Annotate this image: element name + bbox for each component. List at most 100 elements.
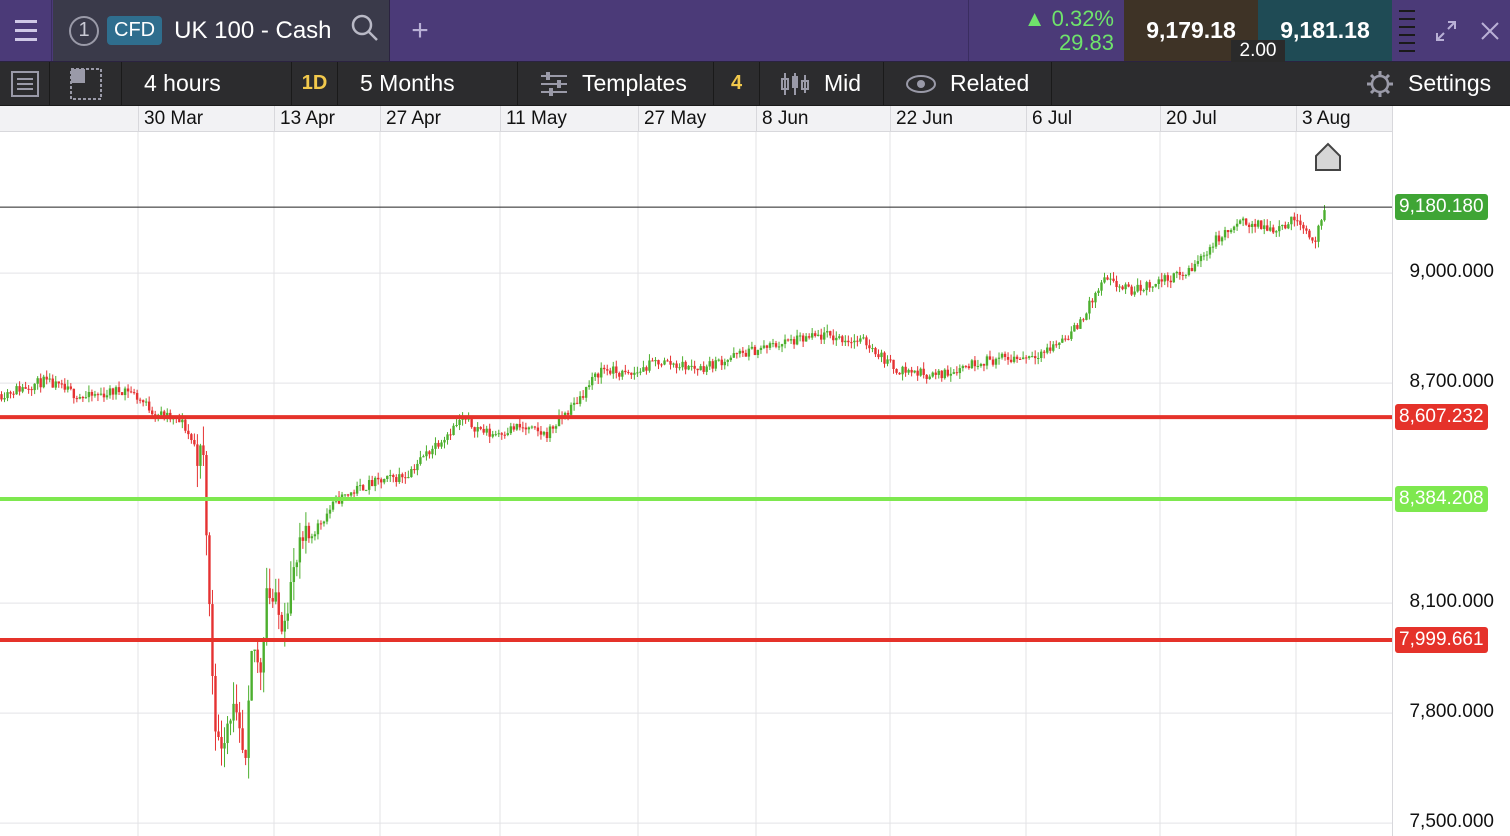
candle-body — [952, 372, 956, 374]
candle-body — [741, 350, 745, 353]
candle-body — [141, 400, 145, 403]
candle-body — [1253, 223, 1257, 227]
expand-button[interactable] — [1424, 0, 1468, 61]
candle-body — [105, 395, 109, 398]
price-axis[interactable]: 9,000.000 8,700.000 8,100.000 7,800.000 7,50… — [1392, 106, 1510, 836]
price-type-selector[interactable]: Mid — [760, 62, 884, 105]
candle-body — [72, 388, 76, 399]
candle-body — [1172, 273, 1176, 283]
candle-body — [259, 662, 262, 673]
candle-body — [1272, 227, 1275, 233]
list-view-button[interactable] — [0, 62, 50, 105]
candle-body — [612, 366, 615, 374]
candle-body — [1136, 284, 1139, 292]
candle-body — [1293, 216, 1296, 221]
candle-body — [196, 444, 199, 466]
candle-body — [1184, 274, 1188, 276]
candle-body — [322, 521, 326, 524]
candle-body — [250, 650, 253, 701]
candle-body — [512, 426, 516, 430]
candle-body — [1211, 246, 1215, 248]
candle-body — [985, 356, 989, 366]
level-price-tag[interactable]: 8,384.208 — [1395, 485, 1488, 512]
candle-body — [500, 433, 503, 435]
candle-body — [913, 370, 916, 373]
candle-body — [9, 392, 12, 394]
candle-body — [328, 509, 332, 514]
candle-body — [452, 425, 455, 436]
candle-body — [1118, 286, 1121, 288]
candle-body — [801, 335, 805, 342]
level-price-tag[interactable]: 7,999.661 — [1395, 626, 1488, 653]
candle-body — [1012, 356, 1016, 362]
sliders-icon — [541, 71, 567, 96]
candle-body — [373, 477, 377, 487]
candle-body — [75, 398, 79, 400]
candle-body — [880, 352, 883, 358]
current-price-tag[interactable]: 9,180.180 — [1395, 194, 1488, 221]
candle-body — [1046, 347, 1049, 353]
candle-body — [551, 426, 555, 429]
candle-body — [18, 386, 21, 392]
candle-body — [126, 388, 130, 392]
related-button[interactable]: Related — [884, 62, 1052, 105]
related-label: Related — [950, 70, 1030, 96]
level-price-tag[interactable]: 8,607.232 — [1395, 404, 1488, 431]
candle-body — [1166, 275, 1169, 281]
candle-body — [280, 614, 283, 632]
instrument-tab[interactable]: 1 CFD UK 100 - Cash — [53, 0, 390, 61]
candle-body — [792, 339, 796, 345]
candle-body — [973, 360, 977, 367]
candle-body — [1190, 268, 1194, 272]
close-button[interactable] — [1468, 0, 1510, 61]
drag-handle-icon[interactable] — [1394, 0, 1420, 61]
main-menu-button[interactable] — [0, 0, 52, 61]
settings-button[interactable]: Settings — [1360, 62, 1510, 105]
templates-count-label: 4 — [730, 72, 743, 94]
date-axis: 30 Mar 13 Apr 27 Apr 11 May 27 May 8 Jun 22 Ju… — [0, 106, 1392, 132]
candle-body — [780, 344, 784, 347]
candle-body — [642, 367, 645, 372]
candle-body — [304, 525, 308, 541]
templates-count[interactable]: 4 — [714, 62, 760, 105]
candle-body — [666, 360, 669, 362]
candle-body — [979, 364, 983, 366]
add-tab-button[interactable]: + — [400, 0, 440, 61]
candle-body — [654, 360, 657, 362]
interval-selector[interactable]: 4 hours — [122, 62, 292, 105]
candle-body — [1220, 237, 1224, 242]
candle-body — [747, 348, 751, 357]
candle-body — [581, 396, 585, 398]
search-icon[interactable] — [350, 13, 380, 48]
candle-body — [331, 501, 335, 510]
price-tick-label: 8,700.000 — [1409, 371, 1494, 393]
templates-button[interactable]: Templates — [518, 62, 714, 105]
list-icon — [10, 70, 39, 97]
candle-body — [256, 649, 259, 663]
candle-body — [380, 479, 383, 483]
candle-body — [39, 378, 42, 388]
candle-body — [648, 360, 651, 371]
candle-body — [1260, 220, 1263, 229]
candle-body — [66, 386, 70, 390]
price-tick-label: 7,800.000 — [1409, 701, 1494, 723]
range-selector[interactable]: 5 Months — [338, 62, 518, 105]
candle-body — [114, 387, 118, 395]
layout-button[interactable] — [50, 62, 122, 105]
candle-body — [295, 562, 299, 568]
range-badge[interactable]: 1D — [292, 62, 338, 105]
candle-body — [856, 340, 859, 342]
price-change: ▲ 0.32% 29.83 — [968, 0, 1124, 61]
candle-body — [476, 427, 479, 432]
candle-body — [30, 389, 33, 391]
candle-body — [386, 475, 389, 480]
candle-body — [129, 391, 133, 393]
candle-body — [0, 394, 3, 400]
candle-body — [45, 376, 48, 380]
candle-body — [111, 388, 115, 395]
candle-body — [584, 387, 588, 398]
candle-body — [771, 343, 775, 345]
candle-body — [907, 369, 910, 373]
price-chart[interactable] — [0, 132, 1392, 836]
home-icon[interactable] — [1315, 142, 1341, 171]
